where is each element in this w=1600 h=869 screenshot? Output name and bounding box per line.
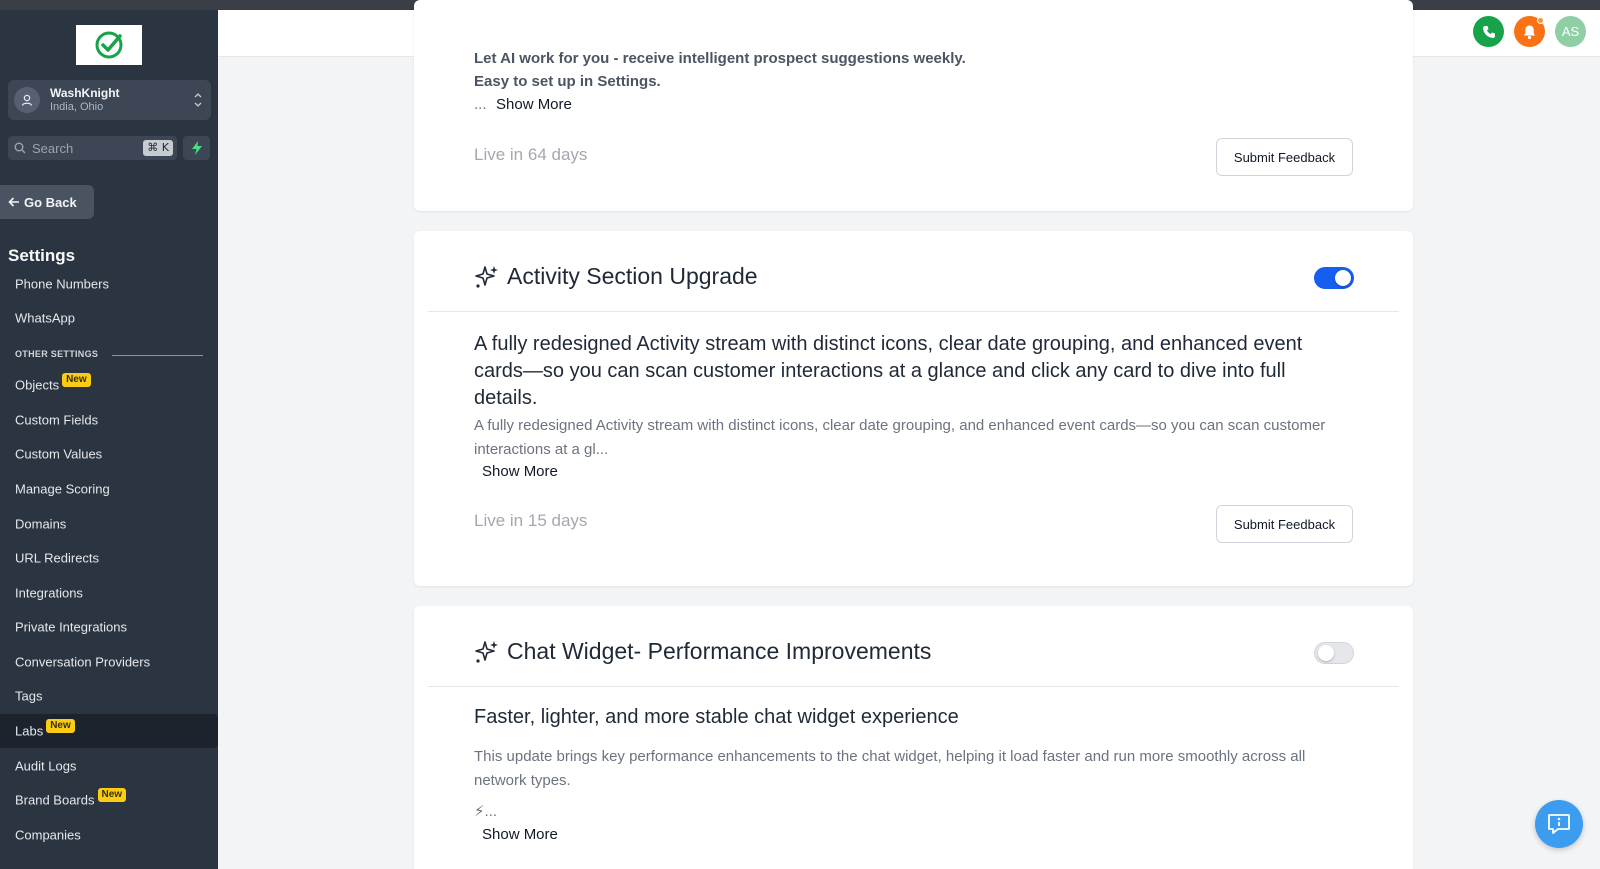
sidebar-item-audit-logs[interactable]: Audit Logs [0, 749, 218, 783]
feature-card-ai-prospects: Let AI work for you - receive intelligen… [414, 0, 1413, 211]
submit-feedback-button[interactable]: Submit Feedback [1216, 505, 1353, 543]
card-header: Activity Section Upgrade [414, 231, 1413, 311]
quick-action-button[interactable] [183, 136, 210, 160]
sidebar-item-objects[interactable]: Objects New [0, 368, 218, 402]
card-description: This update brings key performance enhan… [474, 748, 1306, 789]
toggle-knob [1335, 270, 1351, 286]
feature-toggle[interactable] [1314, 267, 1354, 289]
card-title: Chat Widget- Performance Improvements [507, 638, 932, 664]
card-title: Activity Section Upgrade [507, 263, 758, 289]
feature-card-activity-section: Activity Section Upgrade A fully redesig… [414, 231, 1413, 586]
sidebar-item-manage-scoring[interactable]: Manage Scoring [0, 472, 218, 506]
account-name: WashKnight [50, 86, 120, 100]
toggle-knob [1318, 645, 1334, 661]
sidebar-item-custom-values[interactable]: Custom Values [0, 437, 218, 471]
arrow-left-icon [8, 197, 19, 207]
chevron-updown-icon [194, 93, 202, 107]
sparkle-icon [475, 641, 498, 663]
card-description-line1: Let AI work for you - receive intelligen… [474, 50, 966, 67]
company-logo[interactable] [76, 25, 142, 65]
sidebar-item-labs[interactable]: Labs New [0, 714, 218, 748]
search-placeholder: Search [32, 140, 74, 156]
sidebar-item-domains[interactable]: Domains [0, 507, 218, 541]
card-headline: A fully redesigned Activity stream with … [474, 333, 1303, 409]
sidebar-item-tags[interactable]: Tags [0, 679, 218, 713]
account-location: India, Ohio [50, 101, 104, 113]
card-description: A fully redesigned Activity stream with … [474, 417, 1326, 458]
card-headline: Faster, lighter, and more stable chat wi… [474, 706, 959, 728]
search-icon [14, 142, 26, 154]
other-settings-heading: OTHER SETTINGS [15, 349, 99, 359]
show-more-link[interactable]: Show More [482, 826, 558, 843]
bolt-icon [191, 141, 202, 155]
sidebar-item-brand-boards[interactable]: Brand Boards New [0, 783, 218, 817]
sidebar-item-url-redirects[interactable]: URL Redirects [0, 541, 218, 575]
card-description-line2: Easy to set up in Settings. [474, 73, 661, 90]
show-more-link[interactable]: Show More [496, 96, 572, 113]
settings-title: Settings [8, 246, 76, 265]
new-badge: New [97, 788, 127, 802]
submit-feedback-button[interactable]: Submit Feedback [1216, 138, 1353, 176]
go-back-label: Go Back [24, 194, 77, 210]
phone-icon [1482, 25, 1495, 38]
bell-icon [1523, 25, 1536, 39]
sidebar-item-integrations[interactable]: Integrations [0, 576, 218, 610]
check-circle-icon [95, 31, 123, 59]
feature-toggle[interactable] [1314, 642, 1354, 664]
card-divider [428, 686, 1399, 687]
user-avatar[interactable]: AS [1555, 16, 1586, 47]
new-badge: New [62, 373, 91, 387]
chat-info-icon [1548, 814, 1570, 834]
card-header: Chat Widget- Performance Improvements [414, 606, 1413, 686]
section-divider [112, 355, 203, 356]
card-bolt-line: ⚡... [474, 803, 498, 820]
sidebar-item-custom-fields[interactable]: Custom Fields [0, 403, 218, 437]
support-chat-button[interactable] [1535, 800, 1583, 848]
account-switcher[interactable]: WashKnight India, Ohio [8, 80, 211, 120]
show-more-link[interactable]: Show More [482, 463, 558, 480]
new-badge: New [46, 719, 75, 733]
sidebar-item-conversation-providers[interactable]: Conversation Providers [0, 645, 218, 679]
notifications-button[interactable] [1514, 16, 1545, 47]
card-ellipsis: ... [474, 96, 487, 113]
sidebar-item-private-integrations[interactable]: Private Integrations [0, 610, 218, 644]
search-shortcut: ⌘ K [143, 140, 173, 156]
sparkle-icon [475, 266, 498, 288]
feature-card-chat-widget: Chat Widget- Performance Improvements Fa… [414, 606, 1413, 869]
live-countdown: Live in 64 days [474, 145, 588, 164]
sidebar-item-phone-numbers[interactable]: Phone Numbers [0, 267, 218, 301]
sidebar-search[interactable]: Search ⌘ K [8, 136, 177, 160]
live-countdown: Live in 15 days [474, 511, 588, 530]
go-back-button[interactable]: Go Back [0, 185, 94, 219]
phone-button[interactable] [1473, 16, 1504, 47]
sidebar: WashKnight India, Ohio Search ⌘ K Go Bac… [0, 10, 218, 869]
sidebar-item-whatsapp[interactable]: WhatsApp [0, 301, 218, 335]
notification-dot [1537, 17, 1544, 24]
sidebar-item-companies[interactable]: Companies [0, 818, 218, 852]
card-divider [428, 311, 1399, 312]
user-icon [14, 87, 40, 113]
